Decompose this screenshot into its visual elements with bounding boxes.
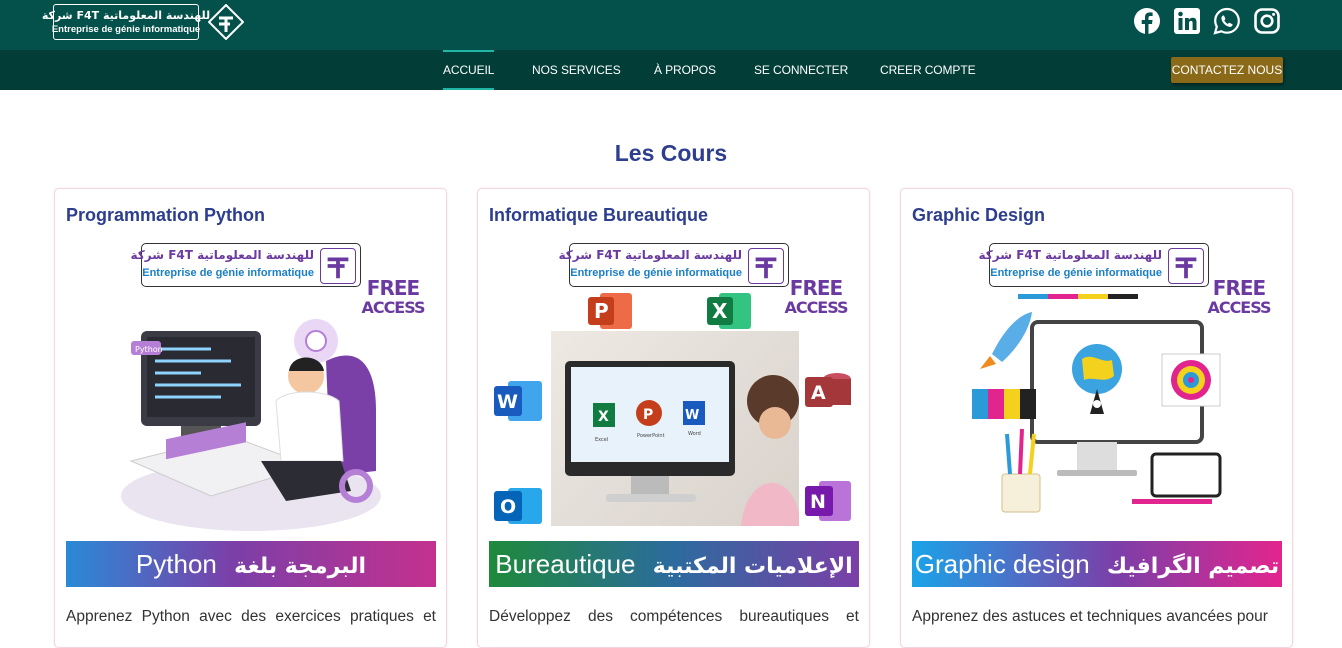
banner-arabic-text: تصميم الگرافيك <box>1106 554 1280 579</box>
f4t-mark-icon <box>320 248 356 284</box>
banner-latin-text: Bureautique <box>495 549 636 579</box>
logo-arabic-text: شركة F4T للهندسة المعلوماتية <box>41 8 211 22</box>
logo-french-text: Entreprise de génie informatique <box>51 23 201 35</box>
course-title[interactable]: Programmation Python <box>66 205 265 226</box>
f4t-mark-icon <box>1168 248 1204 284</box>
nav-item-se-connecter[interactable]: SE CONNECTER <box>754 50 848 90</box>
free-badge-line1: FREE <box>366 276 420 300</box>
image-logo-french: Entreprise de génie informatique <box>570 267 742 279</box>
course-banner: Graphic design تصميم الگرافيك <box>912 541 1282 587</box>
logo-mark-icon <box>208 4 244 40</box>
banner-arabic-text: البرمجة بلغة <box>234 554 367 579</box>
svg-text:X: X <box>712 299 728 323</box>
course-card-python[interactable]: Programmation Python شركة F4T للهندسة ال… <box>54 188 447 648</box>
free-badge-line2: ACCESS <box>784 298 848 317</box>
nav-item-nos-services[interactable]: NOS SERVICES <box>532 50 621 90</box>
social-links <box>1133 7 1281 35</box>
svg-text:W: W <box>497 391 518 413</box>
main-nav: ACCUEIL NOS SERVICES À PROPOS SE CONNECT… <box>0 50 1342 90</box>
banner-latin-text: Graphic design <box>914 549 1090 579</box>
outlook-icon: O <box>494 488 542 524</box>
linkedin-icon[interactable] <box>1173 7 1201 35</box>
section-title: Les Cours <box>614 140 728 166</box>
course-image[interactable]: شركة F4T للهندسة المعلوماتية Entreprise … <box>66 239 436 587</box>
image-logo-french: Entreprise de génie informatique <box>990 267 1162 279</box>
course-banner: Bureautique الإعلاميات المكتبية <box>489 541 859 587</box>
contact-us-button[interactable]: CONTACTEZ NOUS <box>1171 57 1283 83</box>
banner-arabic-text: الإعلاميات المكتبية <box>652 554 853 579</box>
image-logo: شركة F4T للهندسة المعلوماتية Entreprise … <box>130 243 361 287</box>
top-bar: شركة F4T للهندسة المعلوماتية Entreprise … <box>0 0 1342 50</box>
svg-text:P: P <box>594 299 609 323</box>
app-label-word: Word <box>688 431 701 437</box>
site-logo[interactable]: شركة F4T للهندسة المعلوماتية Entreprise … <box>42 4 244 40</box>
logo-text-box: شركة F4T للهندسة المعلوماتية Entreprise … <box>42 4 210 40</box>
svg-text:N: N <box>810 491 826 513</box>
nav-item-creer-compte[interactable]: CREER COMPTE <box>880 50 976 90</box>
image-logo-arabic: شركة F4T للهندسة المعلوماتية <box>130 248 314 262</box>
nav-item-a-propos[interactable]: À PROPOS <box>654 50 716 90</box>
svg-text:W: W <box>685 408 699 423</box>
python-tag: Python <box>135 345 163 354</box>
excel-icon: X <box>707 293 751 329</box>
f4t-mark-icon <box>748 248 784 284</box>
app-label-excel: Excel <box>595 437 608 443</box>
instagram-icon[interactable] <box>1253 7 1281 35</box>
image-logo: شركة F4T للهندسة المعلوماتية Entreprise … <box>978 243 1209 287</box>
course-title[interactable]: Graphic Design <box>912 205 1045 226</box>
course-card-graphic-design[interactable]: Graphic Design شركة F4T للهندسة المعلوما… <box>900 188 1293 648</box>
onenote-icon: N <box>805 481 851 521</box>
svg-text:A: A <box>811 382 826 404</box>
whatsapp-icon[interactable] <box>1213 7 1241 35</box>
python-illustration: Python <box>121 319 381 531</box>
image-logo-french: Entreprise de génie informatique <box>142 267 314 279</box>
course-description: Apprenez des astuces et techniques avanc… <box>912 608 1268 625</box>
course-description: Apprenez Python avec des exercices prati… <box>66 608 436 625</box>
nav-item-accueil[interactable]: ACCUEIL <box>443 50 494 90</box>
free-badge-line1: FREE <box>789 276 843 300</box>
image-logo-arabic: شركة F4T للهندسة المعلوماتية <box>978 248 1162 262</box>
word-icon: W <box>494 381 542 421</box>
course-image[interactable]: شركة F4T للهندسة المعلوماتية Entreprise … <box>489 239 859 587</box>
course-card-bureautique[interactable]: Informatique Bureautique شركة F4T للهندس… <box>477 188 870 648</box>
design-illustration <box>972 294 1222 513</box>
svg-text:O: O <box>500 496 516 518</box>
course-title[interactable]: Informatique Bureautique <box>489 205 708 226</box>
powerpoint-icon: P <box>588 293 632 329</box>
app-label-powerpoint: PowerPoint <box>637 433 665 439</box>
course-description: Développez des compétences bureautiques … <box>489 608 859 625</box>
course-banner: Python البرمجة بلغة <box>66 541 436 587</box>
image-logo-arabic: شركة F4T للهندسة المعلوماتية <box>558 248 742 262</box>
svg-text:P: P <box>643 407 653 423</box>
image-logo: شركة F4T للهندسة المعلوماتية Entreprise … <box>558 243 789 287</box>
svg-text:X: X <box>598 409 609 425</box>
free-access-badge: FREE ACCESS <box>781 277 851 337</box>
course-image[interactable]: شركة F4T للهندسة المعلوماتية Entreprise … <box>912 239 1282 587</box>
office-photo: X P W Excel PowerPoint Word <box>551 331 799 526</box>
facebook-icon[interactable] <box>1133 7 1161 35</box>
banner-latin-text: Python <box>135 549 217 579</box>
access-icon: A <box>805 373 851 407</box>
